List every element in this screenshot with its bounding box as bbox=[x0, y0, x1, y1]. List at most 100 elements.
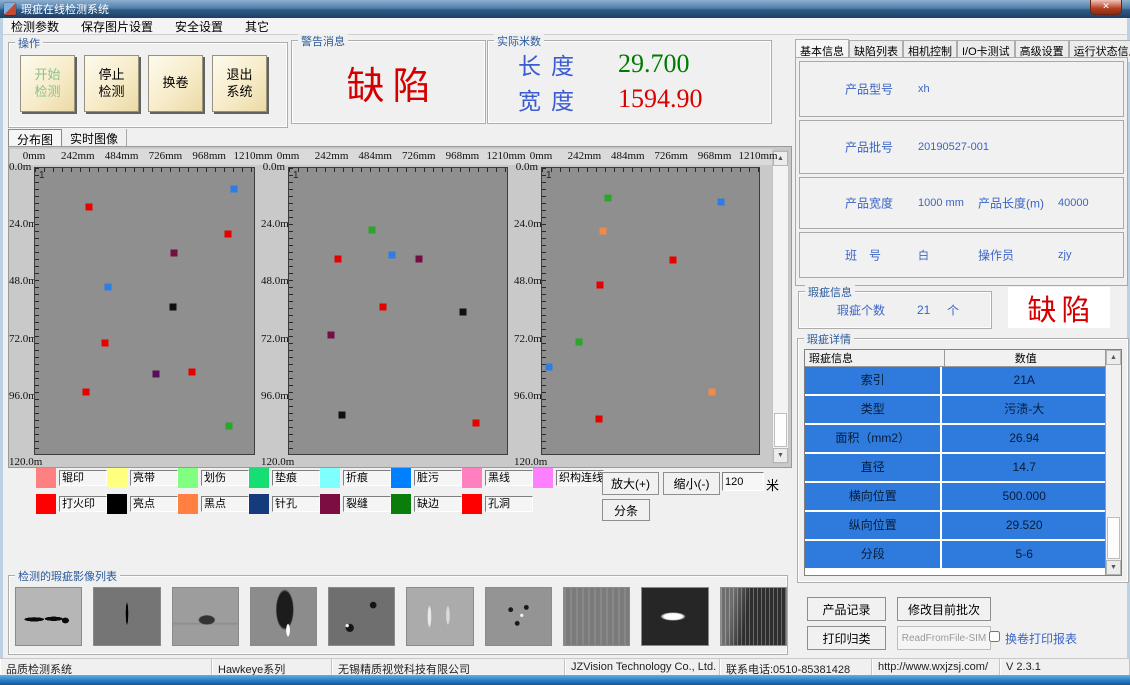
defect-point[interactable] bbox=[576, 339, 583, 346]
defect-detail-table: 瑕疵信息 数值 索引21A类型污渍-大面积（mm2）26.94直径14.7横向位… bbox=[804, 349, 1122, 576]
defect-thumbnail[interactable] bbox=[250, 587, 317, 646]
defect-thumbnail[interactable] bbox=[93, 587, 160, 646]
op-button[interactable]: 退出 系统 bbox=[212, 55, 267, 112]
zoom-in-button[interactable]: 放大(+) bbox=[602, 472, 659, 495]
defect-point[interactable] bbox=[171, 249, 178, 256]
roll-print-checkbox[interactable] bbox=[989, 631, 1000, 642]
menu-item[interactable]: 保存图片设置 bbox=[70, 18, 164, 35]
defect-point[interactable] bbox=[545, 363, 552, 370]
menu-item[interactable]: 安全设置 bbox=[164, 18, 234, 35]
defect-thumbnail[interactable] bbox=[485, 587, 552, 646]
legend-swatch bbox=[178, 494, 198, 514]
scatter-plot[interactable]: 1 bbox=[34, 167, 255, 455]
y-axis-tick-label: 72.0m bbox=[9, 333, 31, 345]
y-axis-tick-label: 48.0m bbox=[261, 275, 285, 287]
defect-field-value: 14.7 bbox=[942, 454, 1106, 481]
defect-thumbnail[interactable] bbox=[406, 587, 473, 646]
x-axis-ticks bbox=[542, 168, 759, 172]
defect-thumbnail[interactable] bbox=[563, 587, 630, 646]
defect-point[interactable] bbox=[169, 303, 176, 310]
defect-point[interactable] bbox=[338, 411, 345, 418]
defect-point[interactable] bbox=[388, 251, 395, 258]
defect-point[interactable] bbox=[670, 256, 677, 263]
defect-detail-row[interactable]: 横向位置500.000 bbox=[805, 483, 1106, 512]
defect-point[interactable] bbox=[415, 255, 422, 262]
op-button[interactable]: 开始 检测 bbox=[20, 55, 75, 112]
print-classify-button[interactable]: 打印归类 bbox=[807, 626, 886, 650]
table-scrollbar[interactable]: ▲ ▼ bbox=[1105, 350, 1121, 575]
defect-point[interactable] bbox=[604, 195, 611, 202]
table-scroll-up-icon[interactable]: ▲ bbox=[1106, 350, 1121, 365]
close-button[interactable]: ✕ bbox=[1090, 0, 1122, 15]
menu-item[interactable]: 检测参数 bbox=[0, 18, 70, 35]
defect-thumbnail[interactable] bbox=[720, 587, 787, 646]
x-axis-tick-label: 968mm bbox=[192, 150, 226, 162]
defect-point[interactable] bbox=[369, 227, 376, 234]
split-strips-button[interactable]: 分条 bbox=[602, 499, 650, 521]
defect-point[interactable] bbox=[327, 332, 334, 339]
plots-scrollbar[interactable]: ▲ ▼ bbox=[772, 150, 789, 464]
plot-corner-label: 1 bbox=[546, 170, 552, 181]
product-record-button[interactable]: 产品记录 bbox=[807, 597, 886, 621]
defect-point[interactable] bbox=[231, 186, 238, 193]
title-bar: 瑕疵在线检测系统 ✕ bbox=[0, 0, 1130, 18]
defect-thumbnail[interactable] bbox=[641, 587, 708, 646]
op-button[interactable]: 停止 检测 bbox=[84, 55, 139, 112]
defect-point[interactable] bbox=[380, 303, 387, 310]
defect-point[interactable] bbox=[459, 308, 466, 315]
defect-point[interactable] bbox=[335, 255, 342, 262]
table-scroll-down-icon[interactable]: ▼ bbox=[1106, 560, 1121, 575]
table-scrollbar-thumb[interactable] bbox=[1107, 517, 1120, 559]
defect-field-name: 类型 bbox=[805, 396, 942, 423]
defect-info-group: 瑕疵信息 瑕疵个数 21 个 bbox=[798, 291, 992, 329]
menu-item[interactable]: 其它 bbox=[234, 18, 280, 35]
defect-point[interactable] bbox=[189, 369, 196, 376]
scrollbar-thumb[interactable] bbox=[774, 413, 787, 447]
defect-point[interactable] bbox=[86, 204, 93, 211]
defect-point[interactable] bbox=[102, 340, 109, 347]
defect-point[interactable] bbox=[224, 230, 231, 237]
scroll-down-icon[interactable]: ▼ bbox=[773, 448, 788, 463]
op-button[interactable]: 换卷 bbox=[148, 55, 203, 112]
defect-point[interactable] bbox=[708, 388, 715, 395]
view-tab[interactable]: 分布图 bbox=[8, 129, 62, 147]
meter-unit-label: 米 bbox=[766, 475, 779, 494]
y-axis-tick-label: 0.0m bbox=[261, 161, 285, 173]
modify-batch-button[interactable]: 修改目前批次 bbox=[897, 597, 991, 621]
defect-point[interactable] bbox=[599, 228, 606, 235]
defect-point[interactable] bbox=[153, 371, 160, 378]
meter-range-input[interactable] bbox=[722, 472, 764, 491]
defect-point[interactable] bbox=[717, 199, 724, 206]
defect-thumbnail[interactable] bbox=[15, 587, 82, 646]
defect-detail-row[interactable]: 类型污渍-大 bbox=[805, 396, 1106, 425]
defect-thumbnail[interactable] bbox=[172, 587, 239, 646]
defect-point[interactable] bbox=[596, 415, 603, 422]
defect-thumbnail[interactable] bbox=[328, 587, 395, 646]
legend-row: 打火印亮点黑点针孔裂缝缺边孔洞 bbox=[36, 494, 604, 514]
defect-field-value: 5-6 bbox=[942, 541, 1106, 568]
defect-point[interactable] bbox=[83, 388, 90, 395]
defect-detail-row[interactable]: 面积（mm2）26.94 bbox=[805, 425, 1106, 454]
y-axis-tick-label: 96.0m bbox=[514, 390, 538, 402]
defect-detail-row[interactable]: 索引21A bbox=[805, 367, 1106, 396]
read-from-file-button[interactable]: ReadFromFile-SIM bbox=[897, 626, 991, 650]
legend-item: 孔洞 bbox=[462, 494, 533, 514]
zoom-out-button[interactable]: 缩小(-) bbox=[663, 472, 720, 495]
legend-swatch bbox=[107, 494, 127, 514]
defect-point[interactable] bbox=[104, 283, 111, 290]
defect-point[interactable] bbox=[473, 419, 480, 426]
taskbar[interactable] bbox=[0, 675, 1130, 685]
meters-rows: 长度29.700宽度1594.90 bbox=[488, 41, 771, 116]
defect-detail-row[interactable]: 分段5-6 bbox=[805, 541, 1106, 570]
x-axis-tick-label: 242mm bbox=[568, 150, 602, 162]
scatter-plot[interactable]: 1 bbox=[541, 167, 760, 455]
defect-detail-row[interactable]: 直径14.7 bbox=[805, 454, 1106, 483]
legend-swatch bbox=[320, 494, 340, 514]
product-info-row: 产品批号20190527-001 bbox=[799, 120, 1124, 174]
defect-point[interactable] bbox=[596, 281, 603, 288]
scatter-plot[interactable]: 1 bbox=[288, 167, 508, 455]
view-tab[interactable]: 实时图像 bbox=[62, 129, 127, 147]
defect-point[interactable] bbox=[226, 422, 233, 429]
defect-detail-row[interactable]: 纵向位置29.520 bbox=[805, 512, 1106, 541]
distribution-plots: ▲ ▼ 0mm242mm484mm726mm968mm1210mm0.0m24.… bbox=[8, 146, 792, 468]
